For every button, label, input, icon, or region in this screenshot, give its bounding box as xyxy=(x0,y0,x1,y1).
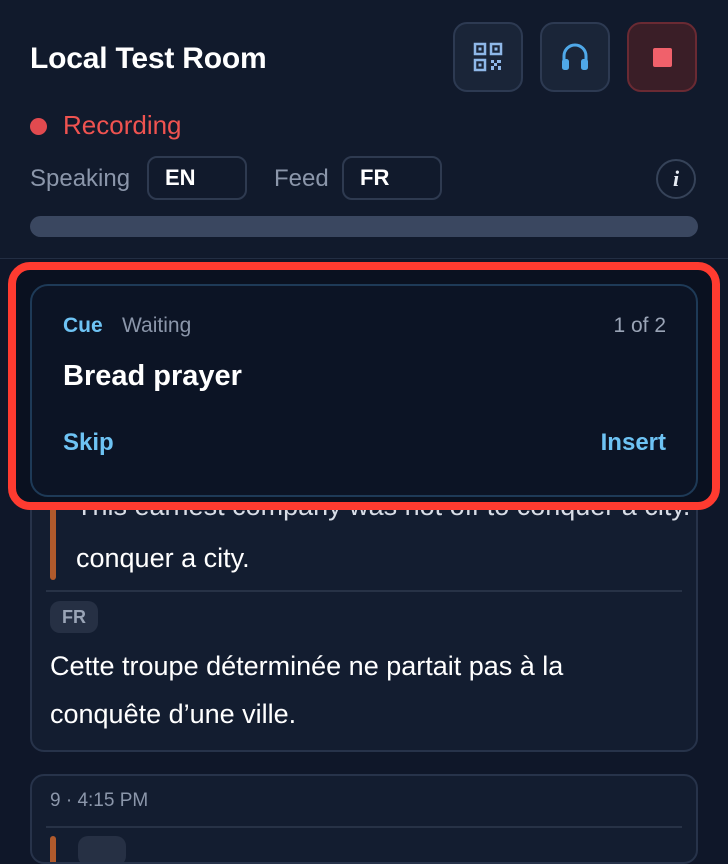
cue-label: Cue xyxy=(63,314,103,337)
translation-text: Cette troupe déterminée ne partait pas à… xyxy=(50,651,564,729)
transcript-card: This earnest company was not off to conq… xyxy=(30,470,698,752)
headphones-icon xyxy=(562,43,588,70)
insert-button[interactable]: Insert xyxy=(601,429,666,457)
stop-recording-button[interactable] xyxy=(627,22,697,92)
cue-card: Cue Waiting 1 of 2 Bread prayer Skip Ins… xyxy=(30,284,698,497)
language-badge xyxy=(78,836,126,862)
cue-title: Bread prayer xyxy=(63,360,242,392)
speaking-language-select[interactable]: EN xyxy=(147,156,247,200)
speaking-label: Speaking xyxy=(30,165,131,192)
qr-code-icon xyxy=(473,42,503,72)
qr-code-button[interactable] xyxy=(453,22,523,92)
room-title: Local Test Room xyxy=(30,42,267,75)
target-language-badge: FR xyxy=(50,601,98,633)
skip-button[interactable]: Skip xyxy=(63,429,114,457)
divider xyxy=(46,590,682,592)
cue-status: Waiting xyxy=(122,314,192,337)
source-text: conquer a city. xyxy=(76,543,250,573)
recording-indicator-icon xyxy=(30,118,47,135)
progress-bar xyxy=(30,216,698,237)
transcript-card: 9 · 4:15 PM xyxy=(30,774,698,864)
feed-language-select[interactable]: FR xyxy=(342,156,442,200)
source-marker xyxy=(50,836,56,862)
cue-count: 1 of 2 xyxy=(613,314,666,337)
room-header: Local Test Room Recording Speaking EN Fe… xyxy=(0,0,728,259)
recording-status: Recording xyxy=(63,110,182,140)
stop-icon xyxy=(652,47,672,67)
info-icon[interactable]: i xyxy=(656,159,696,199)
segment-timestamp: 9 · 4:15 PM xyxy=(50,790,149,811)
feed-label: Feed xyxy=(274,165,329,192)
progress-bar-fill xyxy=(30,216,698,237)
divider xyxy=(46,826,682,828)
listen-button[interactable] xyxy=(540,22,610,92)
